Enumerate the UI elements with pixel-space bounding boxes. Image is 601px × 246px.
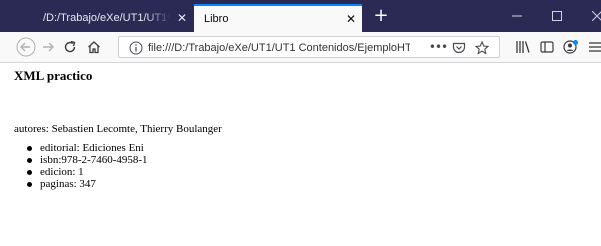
- tab-title: /D:/Trabajo/eXe/UT1/UT1%20Contenidos: [43, 12, 171, 24]
- close-tab-icon[interactable]: ✕: [340, 13, 362, 25]
- list-item-text: isbn:978-2-7460-4958-1: [40, 154, 148, 166]
- new-tab-button[interactable]: +: [370, 6, 392, 28]
- close-tab-icon[interactable]: ✕: [171, 12, 193, 24]
- bookmark-star-icon[interactable]: [474, 40, 490, 55]
- account-icon[interactable]: [561, 37, 581, 57]
- list-item-text: edicion: 1: [40, 166, 84, 178]
- bullet-icon: [27, 146, 32, 151]
- book-details-list: editorial: Ediciones Eni isbn:978-2-7460…: [27, 142, 148, 190]
- tab-libro[interactable]: Libro ✕: [194, 4, 362, 32]
- pocket-icon[interactable]: [452, 40, 466, 54]
- sidebar-icon[interactable]: [537, 37, 557, 57]
- forward-icon[interactable]: [38, 37, 58, 57]
- back-icon[interactable]: [16, 37, 36, 57]
- list-item: edicion: 1: [27, 166, 148, 178]
- list-item-text: paginas: 347: [40, 178, 96, 190]
- tab-title: Libro: [204, 13, 229, 25]
- info-icon[interactable]: [129, 40, 143, 55]
- list-item: isbn:978-2-7460-4958-1: [27, 154, 148, 166]
- maximize-icon[interactable]: [537, 0, 577, 32]
- tab-strip: /D:/Trabajo/eXe/UT1/UT1%20Contenidos ✕ L…: [0, 0, 601, 32]
- page-title: XML practico: [14, 68, 93, 83]
- reload-icon[interactable]: [60, 37, 80, 57]
- close-window-icon[interactable]: [577, 0, 601, 32]
- menu-icon[interactable]: [585, 37, 601, 57]
- authors-line: autores: Sebastien Lecomte, Thierry Boul…: [14, 123, 222, 135]
- bullet-icon: [27, 158, 32, 163]
- page-actions-icon[interactable]: •••: [427, 37, 449, 57]
- list-item: editorial: Ediciones Eni: [27, 142, 148, 154]
- tab-exe-ut1[interactable]: /D:/Trabajo/eXe/UT1/UT1%20Contenidos ✕: [33, 4, 193, 32]
- minimize-icon[interactable]: [497, 0, 537, 32]
- url-bar[interactable]: file:///D:/Trabajo/eXe/UT1/UT1 Contenido…: [118, 36, 500, 58]
- library-icon[interactable]: [513, 37, 533, 57]
- home-icon[interactable]: [84, 37, 104, 57]
- page-content: XML practico autores: Sebastien Lecomte,…: [0, 63, 601, 246]
- list-item: paginas: 347: [27, 178, 148, 190]
- list-item-text: editorial: Ediciones Eni: [40, 142, 144, 154]
- navigation-bar: file:///D:/Trabajo/eXe/UT1/UT1 Contenido…: [0, 32, 601, 63]
- url-text[interactable]: file:///D:/Trabajo/eXe/UT1/UT1 Contenido…: [148, 40, 410, 56]
- bullet-icon: [27, 170, 32, 175]
- bullet-icon: [27, 182, 32, 187]
